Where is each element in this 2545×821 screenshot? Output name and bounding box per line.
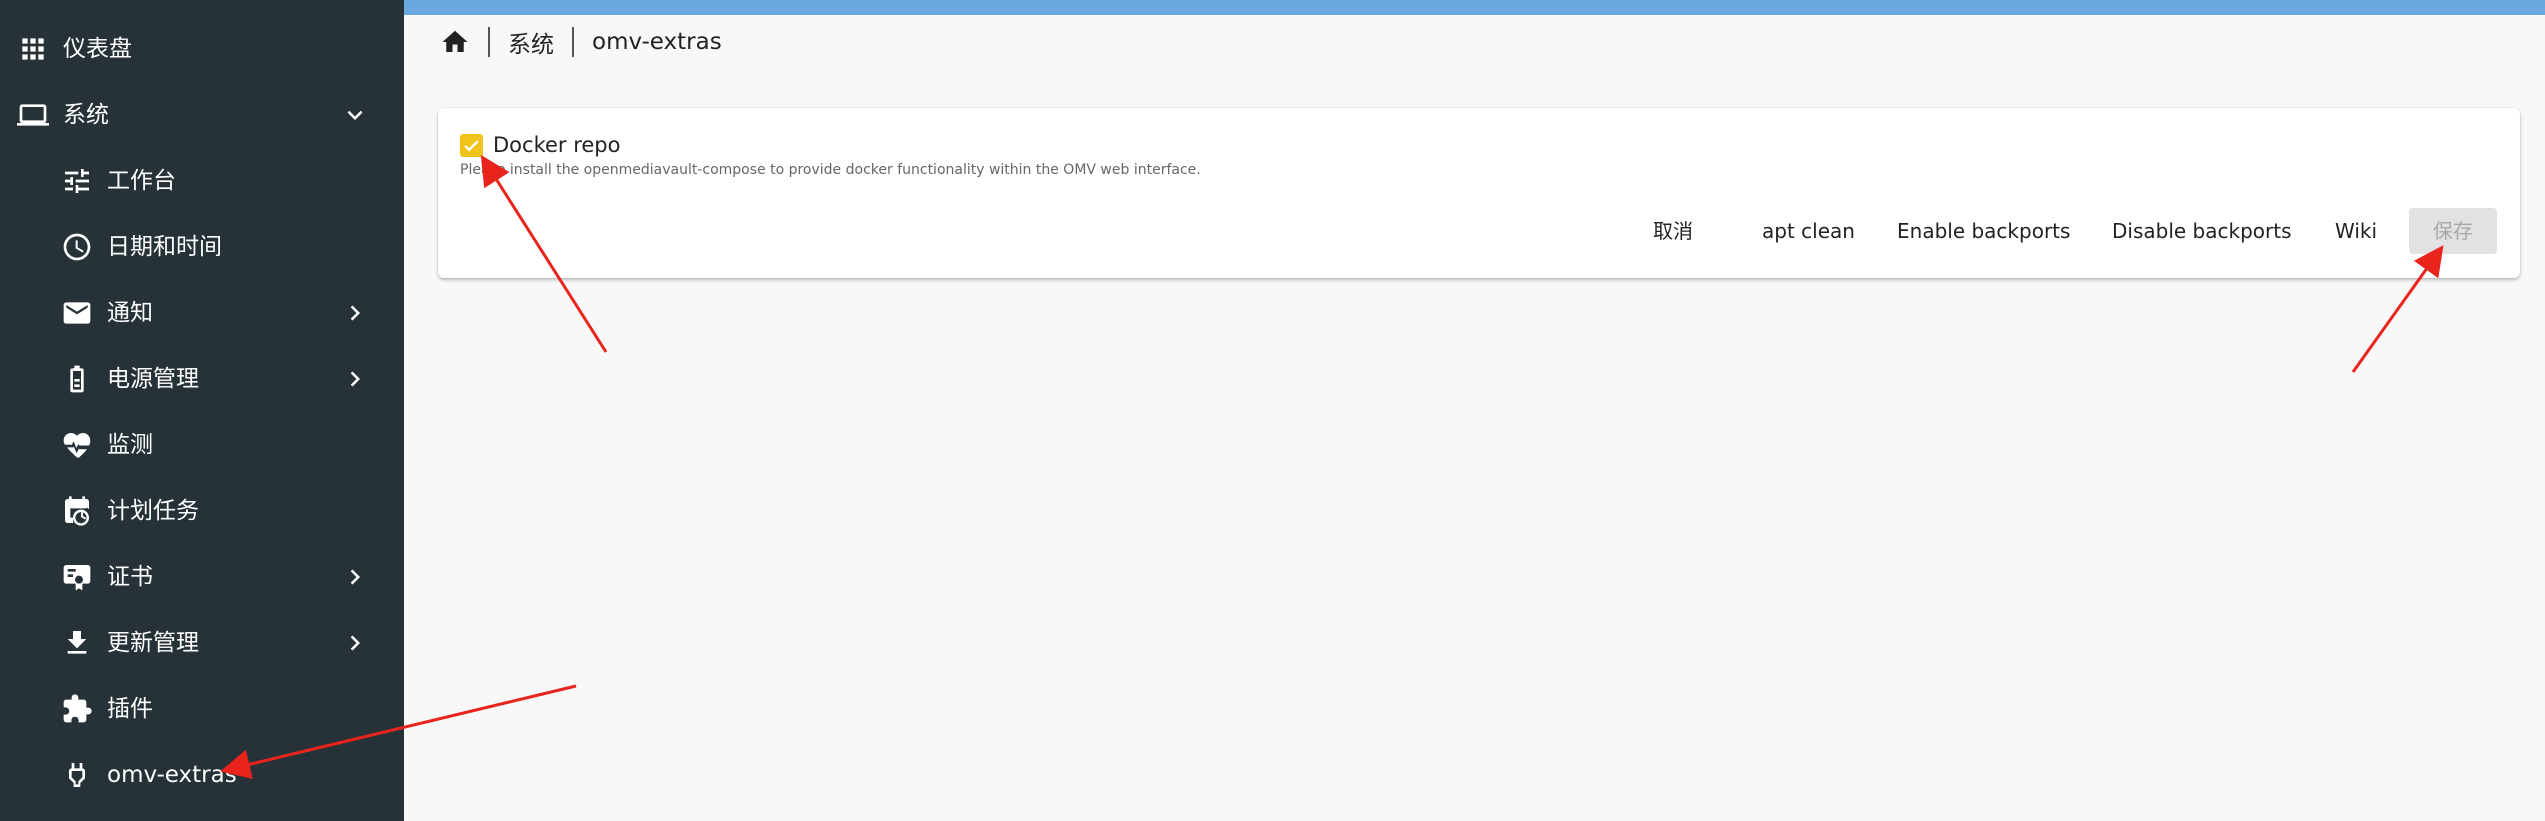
breadcrumb-item-system[interactable]: 系统 xyxy=(508,25,554,59)
sidebar-item-label: 通知 xyxy=(107,300,153,326)
sidebar: 仪表盘 系统 工作台 日期和时间 通知 电源管理 监测 计划任务 证书 更新管理… xyxy=(0,0,404,821)
plug-icon xyxy=(60,758,94,792)
calendar-clock-icon xyxy=(60,494,94,528)
chevron-down-icon xyxy=(340,100,370,130)
docker-repo-hint: Please install the openmediavault-compos… xyxy=(460,162,1201,178)
save-button[interactable]: 保存 xyxy=(2409,208,2497,254)
clock-icon xyxy=(60,230,94,264)
sidebar-item-scheduled-tasks[interactable]: 计划任务 xyxy=(0,481,404,541)
sidebar-item-system[interactable]: 系统 xyxy=(0,85,404,145)
sidebar-item-label: 更新管理 xyxy=(107,630,199,656)
apt-clean-button[interactable]: apt clean xyxy=(1752,208,1865,254)
download-icon xyxy=(60,626,94,660)
sidebar-item-datetime[interactable]: 日期和时间 xyxy=(0,217,404,277)
chevron-right-icon xyxy=(340,298,370,328)
certificate-icon xyxy=(60,560,94,594)
sidebar-item-label: 日期和时间 xyxy=(107,234,222,260)
wiki-button[interactable]: Wiki xyxy=(2325,208,2387,254)
mail-icon xyxy=(60,296,94,330)
sidebar-item-power[interactable]: 电源管理 xyxy=(0,349,404,409)
sidebar-item-monitoring[interactable]: 监测 xyxy=(0,415,404,475)
sidebar-item-dashboard[interactable]: 仪表盘 xyxy=(0,19,404,79)
sidebar-item-plugins[interactable]: 插件 xyxy=(0,679,404,739)
sidebar-item-label: 仪表盘 xyxy=(63,36,132,62)
grid-icon xyxy=(16,32,50,66)
breadcrumb-separator xyxy=(572,27,574,57)
sidebar-item-label: 电源管理 xyxy=(107,366,199,392)
sidebar-item-label: 系统 xyxy=(63,102,109,128)
sidebar-item-label: 工作台 xyxy=(107,168,176,194)
top-progress-bar xyxy=(404,0,2545,15)
heart-pulse-icon xyxy=(60,428,94,462)
laptop-icon xyxy=(16,98,50,132)
settings-card: Docker repo Please install the openmedia… xyxy=(438,108,2520,278)
disable-backports-button[interactable]: Disable backports xyxy=(2102,208,2302,254)
chevron-right-icon xyxy=(340,364,370,394)
puzzle-icon xyxy=(60,692,94,726)
sidebar-item-label: 计划任务 xyxy=(107,498,199,524)
home-icon[interactable] xyxy=(440,27,470,57)
sidebar-item-workbench[interactable]: 工作台 xyxy=(0,151,404,211)
sidebar-item-label: 插件 xyxy=(107,696,153,722)
enable-backports-button[interactable]: Enable backports xyxy=(1887,208,2080,254)
sidebar-item-label: 监测 xyxy=(107,432,153,458)
docker-repo-label[interactable]: Docker repo xyxy=(493,130,620,160)
check-icon xyxy=(464,140,479,152)
breadcrumb-separator xyxy=(488,27,490,57)
breadcrumb-item-omv-extras: omv-extras xyxy=(592,29,722,55)
sidebar-item-update-management[interactable]: 更新管理 xyxy=(0,613,404,673)
sidebar-item-label: 证书 xyxy=(107,564,153,590)
chevron-right-icon xyxy=(340,562,370,592)
breadcrumb: 系统 omv-extras xyxy=(440,22,722,62)
docker-repo-checkbox[interactable] xyxy=(460,134,483,157)
sidebar-item-omv-extras[interactable]: omv-extras xyxy=(0,745,404,805)
cancel-button[interactable]: 取消 xyxy=(1643,208,1703,254)
sidebar-item-notification[interactable]: 通知 xyxy=(0,283,404,343)
sliders-icon xyxy=(60,164,94,198)
battery-icon xyxy=(60,362,94,396)
sidebar-item-label: omv-extras xyxy=(107,762,237,788)
sidebar-item-certificates[interactable]: 证书 xyxy=(0,547,404,607)
chevron-right-icon xyxy=(340,628,370,658)
